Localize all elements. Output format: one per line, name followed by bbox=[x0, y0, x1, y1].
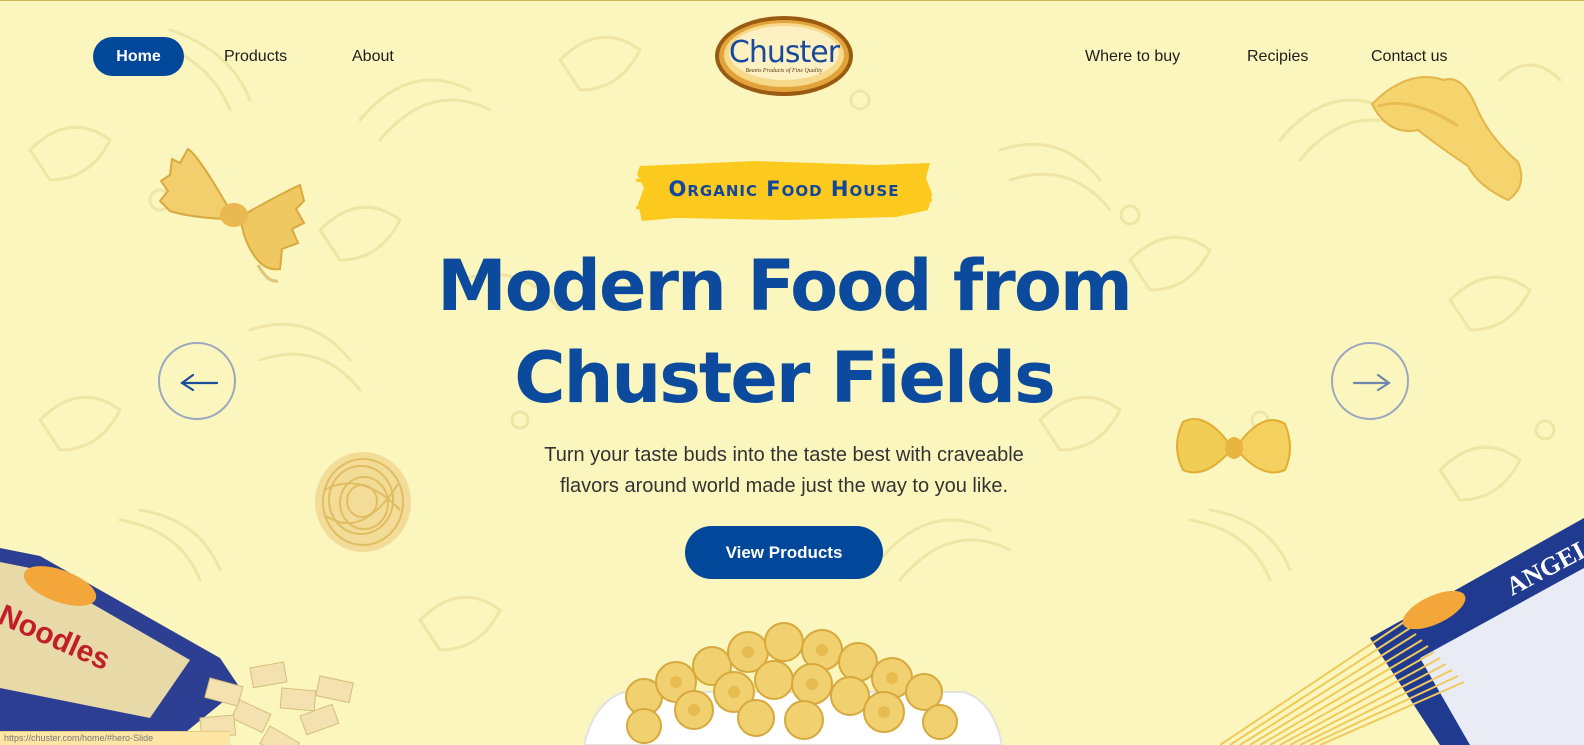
nav-recipes[interactable]: Recipies bbox=[1247, 37, 1308, 76]
nav-about[interactable]: About bbox=[352, 37, 394, 76]
carousel-next-button[interactable] bbox=[1331, 342, 1409, 420]
top-border bbox=[0, 0, 1584, 1]
status-url: https://chuster.com/home/#hero-Slide bbox=[4, 733, 154, 743]
subtitle-line-2: flavors around world made just the way t… bbox=[560, 475, 1008, 497]
nav-products[interactable]: Products bbox=[224, 37, 287, 76]
hero-headline: Modern Food from Chuster Fields bbox=[420, 240, 1148, 424]
angel-hair-package-label: ANGEL HAIR bbox=[1501, 518, 1584, 601]
subtitle-line-1: Turn your taste buds into the taste best… bbox=[544, 444, 1024, 466]
lasagna-piece-image bbox=[1370, 76, 1523, 202]
pasta-bowl-image bbox=[584, 622, 1002, 745]
headline-line-2: Chuster Fields bbox=[514, 337, 1056, 419]
brand-logo[interactable]: Chuster Beams Products of Fine Quality bbox=[714, 15, 854, 97]
hero-subtitle: Turn your taste buds into the taste best… bbox=[492, 440, 1076, 502]
nav-contact-us[interactable]: Contact us bbox=[1371, 37, 1447, 76]
noodles-package-label: Noodles bbox=[0, 599, 115, 677]
logo-tagline: Beams Products of Fine Quality bbox=[745, 68, 823, 74]
angel-hair-package-image: ANGEL HAIR bbox=[1220, 518, 1584, 745]
farfalle-pasta-left-image bbox=[158, 147, 306, 283]
logo-brand-name: Chuster bbox=[728, 35, 840, 70]
arrow-right-icon bbox=[1352, 373, 1391, 392]
nav-where-to-buy[interactable]: Where to buy bbox=[1085, 37, 1180, 76]
noodles-package-image: Noodles bbox=[0, 548, 354, 745]
carousel-prev-button[interactable] bbox=[158, 342, 236, 420]
arrow-left-icon bbox=[180, 373, 219, 392]
view-products-button[interactable]: View Products bbox=[685, 526, 883, 579]
spaghetti-nest-image bbox=[315, 452, 411, 552]
browser-status-bar: https://chuster.com/home/#hero-Slide bbox=[0, 731, 230, 745]
organic-badge: Organic Food House bbox=[636, 160, 932, 222]
nav-home[interactable]: Home bbox=[93, 37, 184, 76]
headline-line-1: Modern Food from bbox=[437, 245, 1133, 327]
badge-label: Organic Food House bbox=[668, 177, 900, 201]
bowtie-pasta-right-image bbox=[1176, 418, 1291, 474]
